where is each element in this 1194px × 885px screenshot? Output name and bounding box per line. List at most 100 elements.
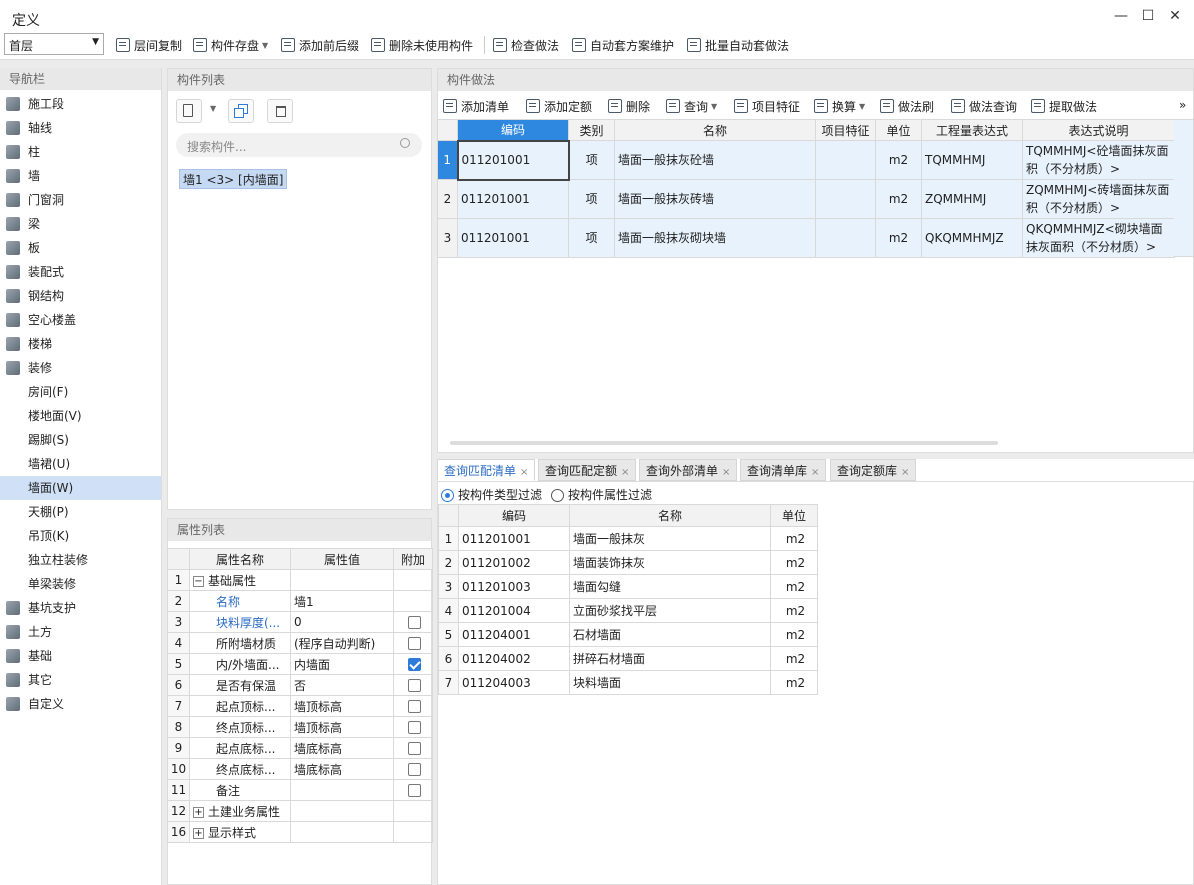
nav-sub-item[interactable]: 吊顶(K) xyxy=(0,524,161,548)
query-row[interactable]: 4 011201004 立面砂浆找平层 m2 xyxy=(438,598,818,623)
filter-by-property-radio[interactable]: 按构件属性过滤 xyxy=(551,486,652,503)
column-header[interactable]: 名称 xyxy=(614,119,816,141)
copy-component-button[interactable] xyxy=(228,99,254,123)
close-icon[interactable]: × xyxy=(811,467,819,478)
query-unit[interactable]: m2 xyxy=(770,646,818,671)
property-value[interactable] xyxy=(290,800,394,822)
check-method-button[interactable]: 检查做法 xyxy=(493,36,559,54)
method-cell-name[interactable]: 墙面一般抹灰砌块墙 xyxy=(614,218,816,258)
method-cell-desc[interactable]: QKQMMHMJZ<砌块墙面抹灰面积（不分材质）> xyxy=(1022,218,1175,258)
query-code[interactable]: 011204002 xyxy=(458,646,570,671)
method-toolbar-button[interactable]: 项目特征 xyxy=(734,97,800,115)
query-name[interactable]: 墙面一般抹灰 xyxy=(569,526,771,551)
property-row[interactable]: 16 + 显示样式 xyxy=(167,821,433,843)
nav-item[interactable]: 梁 xyxy=(0,212,161,236)
property-row[interactable]: 6 是否有保温否 xyxy=(167,674,433,696)
checkbox[interactable] xyxy=(408,658,421,671)
property-row[interactable]: 10 终点底标... 墙底标高 xyxy=(167,758,433,780)
property-row[interactable]: 1− 基础属性 xyxy=(167,569,433,591)
floor-select[interactable]: 首层 ▼ xyxy=(4,33,104,55)
query-name[interactable]: 拼碎石材墙面 xyxy=(569,646,771,671)
nav-item[interactable]: 轴线 xyxy=(0,116,161,140)
query-code[interactable]: 011201003 xyxy=(458,574,570,599)
method-toolbar-button[interactable]: 换算 ▼ xyxy=(814,97,865,115)
method-cell-expr[interactable]: ZQMMHMJ xyxy=(921,179,1023,219)
method-cell-feature[interactable] xyxy=(815,218,876,258)
property-value[interactable]: 0 xyxy=(290,611,394,633)
method-cell-code[interactable]: 011201001 xyxy=(457,218,569,258)
property-value[interactable] xyxy=(290,779,394,801)
column-header[interactable]: 编码 xyxy=(457,119,569,141)
query-unit[interactable]: m2 xyxy=(770,598,818,623)
method-cell-name[interactable]: 墙面一般抹灰砼墙 xyxy=(614,140,816,180)
method-cell-desc[interactable]: TQMMHMJ<砼墙面抹灰面积（不分材质）> xyxy=(1022,140,1175,180)
copy-between-floors-button[interactable]: 层间复制 xyxy=(116,36,182,54)
checkbox[interactable] xyxy=(408,679,421,692)
query-name[interactable]: 墙面勾缝 xyxy=(569,574,771,599)
property-value[interactable]: 墙底标高 xyxy=(290,737,394,759)
property-row[interactable]: 3 块料厚度(... 0 xyxy=(167,611,433,633)
query-tab[interactable]: 查询清单库 × xyxy=(740,459,827,481)
component-item[interactable]: 墙1 <3> [内墙面] xyxy=(179,169,288,189)
query-row[interactable]: 6 011204002 拼碎石材墙面 m2 xyxy=(438,646,818,671)
nav-item[interactable]: 柱 xyxy=(0,140,161,164)
nav-item[interactable]: 门窗洞 xyxy=(0,188,161,212)
property-value[interactable]: 否 xyxy=(290,674,394,696)
splitter[interactable] xyxy=(167,510,432,518)
query-tab[interactable]: 查询匹配清单 × xyxy=(437,459,536,481)
property-value[interactable]: (程序自动判断) xyxy=(290,632,394,654)
property-row[interactable]: 4 所附墙材质 (程序自动判断) xyxy=(167,632,433,654)
checkbox[interactable] xyxy=(408,616,421,629)
method-cell-type[interactable]: 项 xyxy=(568,218,615,258)
nav-item[interactable]: 钢结构 xyxy=(0,284,161,308)
property-value[interactable]: 墙顶标高 xyxy=(290,716,394,738)
close-icon[interactable]: × xyxy=(722,467,730,478)
checkbox[interactable] xyxy=(408,742,421,755)
method-toolbar-button[interactable]: 查询 ▼ xyxy=(666,97,717,115)
query-name[interactable]: 立面砂浆找平层 xyxy=(569,598,771,623)
column-header[interactable]: 表达式说明 xyxy=(1022,119,1175,141)
method-cell-desc[interactable]: ZQMMHMJ<砖墙面抹灰面积（不分材质）> xyxy=(1022,179,1175,219)
query-row[interactable]: 7 011204003 块料墙面 m2 xyxy=(438,670,818,695)
method-toolbar-button[interactable]: 提取做法 xyxy=(1031,97,1097,115)
query-name[interactable]: 石材墙面 xyxy=(569,622,771,647)
delete-unused-button[interactable]: 删除未使用构件 xyxy=(371,36,473,54)
nav-sub-item[interactable]: 天棚(P) xyxy=(0,500,161,524)
search-input[interactable]: 搜索构件... xyxy=(176,133,422,157)
nav-item[interactable]: 土方 xyxy=(0,620,161,644)
method-toolbar-button[interactable]: 做法刷 xyxy=(880,97,934,115)
filter-by-type-radio[interactable]: 按构件类型过滤 xyxy=(441,486,542,503)
close-icon[interactable]: × xyxy=(520,467,528,478)
query-tab[interactable]: 查询外部清单 × xyxy=(639,459,738,481)
property-row[interactable]: 7 起点顶标... 墙顶标高 xyxy=(167,695,433,717)
chevron-down-icon[interactable]: ▼ xyxy=(210,104,216,113)
method-cell-feature[interactable] xyxy=(815,179,876,219)
nav-sub-item[interactable]: 墙裙(U) xyxy=(0,452,161,476)
query-code[interactable]: 011201002 xyxy=(458,550,570,575)
checkbox[interactable] xyxy=(408,784,421,797)
property-row[interactable]: 11 备注 xyxy=(167,779,433,801)
close-icon[interactable]: × xyxy=(901,467,909,478)
nav-item[interactable]: 板 xyxy=(0,236,161,260)
method-cell-feature[interactable] xyxy=(815,140,876,180)
method-cell-type[interactable]: 项 xyxy=(568,140,615,180)
query-unit[interactable]: m2 xyxy=(770,526,818,551)
add-prefix-suffix-button[interactable]: 添加前后缀 xyxy=(281,36,359,54)
method-cell-expr[interactable]: QKQMMHMJZ xyxy=(921,218,1023,258)
column-header[interactable]: 单位 xyxy=(875,119,922,141)
method-cell-code[interactable]: 011201001 xyxy=(457,179,569,219)
new-component-button[interactable] xyxy=(176,99,202,123)
nav-item[interactable]: 楼梯 xyxy=(0,332,161,356)
method-cell-expr[interactable]: TQMMHMJ xyxy=(921,140,1023,180)
property-value[interactable]: 墙顶标高 xyxy=(290,695,394,717)
query-unit[interactable]: m2 xyxy=(770,670,818,695)
method-cell-name[interactable]: 墙面一般抹灰砖墙 xyxy=(614,179,816,219)
maximize-icon[interactable]: ☐ xyxy=(1140,8,1156,24)
nav-item[interactable]: 墙 xyxy=(0,164,161,188)
query-row[interactable]: 1 011201001 墙面一般抹灰 m2 xyxy=(438,526,818,551)
checkbox[interactable] xyxy=(408,637,421,650)
property-value[interactable] xyxy=(290,569,394,591)
delete-component-button[interactable] xyxy=(267,99,293,123)
minimize-icon[interactable]: — xyxy=(1113,8,1129,24)
method-row[interactable]: 1 011201001 项墙面一般抹灰砼墙 m2 TQMMHMJ TQMMHMJ<砼墙面抹… xyxy=(437,139,1175,181)
